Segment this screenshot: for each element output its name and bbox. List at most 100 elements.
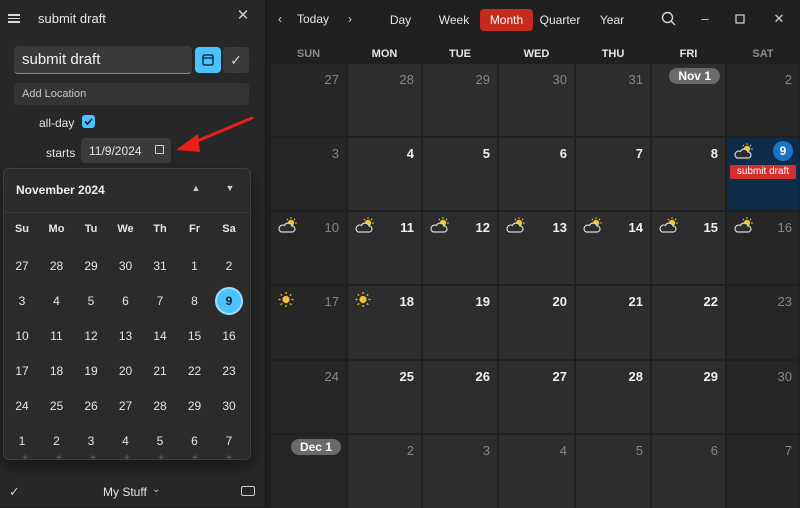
- picker-day[interactable]: 14: [143, 321, 177, 351]
- view-day[interactable]: Day: [384, 9, 417, 31]
- day-cell[interactable]: 31: [576, 64, 650, 136]
- day-cell[interactable]: 12: [423, 212, 497, 284]
- day-cell[interactable]: 29: [652, 361, 725, 433]
- day-cell[interactable]: 5: [576, 435, 650, 508]
- start-date-field[interactable]: 11/9/2024: [81, 138, 171, 163]
- done-check-icon[interactable]: ✓: [9, 484, 20, 500]
- picker-day[interactable]: 31: [143, 251, 177, 281]
- picker-day[interactable]: 27: [5, 251, 39, 281]
- day-cell[interactable]: 6: [652, 435, 725, 508]
- day-cell[interactable]: 10: [271, 212, 346, 284]
- day-cell[interactable]: 6: [499, 138, 574, 210]
- chevron-down-icon[interactable]: ⌄: [152, 484, 160, 495]
- day-cell[interactable]: 24: [271, 361, 346, 433]
- picker-day[interactable]: 4: [109, 426, 143, 456]
- day-cell[interactable]: 2: [727, 64, 799, 136]
- event-chip[interactable]: submit draft: [730, 165, 796, 179]
- picker-day[interactable]: 24: [5, 391, 39, 421]
- picker-day[interactable]: 11: [40, 321, 74, 351]
- day-cell[interactable]: 28: [576, 361, 650, 433]
- picker-day[interactable]: 1: [178, 251, 212, 281]
- view-week[interactable]: Week: [436, 9, 472, 31]
- next-button[interactable]: ›: [342, 11, 358, 27]
- picker-day[interactable]: 30: [109, 251, 143, 281]
- picker-day[interactable]: 20: [109, 356, 143, 386]
- day-cell[interactable]: 8: [652, 138, 725, 210]
- picker-day[interactable]: 22: [178, 356, 212, 386]
- day-cell[interactable]: 23: [727, 286, 799, 359]
- location-input[interactable]: Add Location: [14, 83, 249, 105]
- minimize-icon[interactable]: –: [696, 10, 714, 28]
- picker-day[interactable]: 28: [143, 391, 177, 421]
- day-cell[interactable]: 4: [499, 435, 574, 508]
- day-cell[interactable]: 7: [727, 435, 799, 508]
- day-cell[interactable]: 22: [652, 286, 725, 359]
- day-cell[interactable]: 19: [423, 286, 497, 359]
- picker-day[interactable]: 1: [5, 426, 39, 456]
- day-cell[interactable]: 30: [727, 361, 799, 433]
- picker-day[interactable]: 12: [74, 321, 108, 351]
- day-cell[interactable]: 13: [499, 212, 574, 284]
- day-cell[interactable]: 27: [271, 64, 346, 136]
- picker-day[interactable]: 21: [143, 356, 177, 386]
- picker-day[interactable]: 25: [40, 391, 74, 421]
- next-month-icon[interactable]: ▼: [224, 183, 236, 195]
- day-cell[interactable]: 25: [348, 361, 421, 433]
- calendar-selector[interactable]: My Stuff: [103, 485, 147, 499]
- picker-day[interactable]: 28: [40, 251, 74, 281]
- picker-day[interactable]: 27: [109, 391, 143, 421]
- day-cell[interactable]: 29: [423, 64, 497, 136]
- picker-day[interactable]: 15: [178, 321, 212, 351]
- collapse-panel-icon[interactable]: [241, 486, 255, 496]
- day-cell[interactable]: 21: [576, 286, 650, 359]
- day-cell[interactable]: 27: [499, 361, 574, 433]
- day-cell[interactable]: 15: [652, 212, 725, 284]
- picker-day[interactable]: 5: [143, 426, 177, 456]
- picker-day[interactable]: 10: [5, 321, 39, 351]
- close-window-icon[interactable]: ✕: [770, 10, 788, 28]
- day-cell[interactable]: 5: [423, 138, 497, 210]
- picker-day[interactable]: 7: [143, 286, 177, 316]
- view-month[interactable]: Month: [480, 9, 533, 31]
- allday-checkbox[interactable]: [82, 115, 95, 128]
- close-icon[interactable]: ✕: [236, 8, 250, 23]
- day-cell[interactable]: Dec 1: [271, 435, 346, 508]
- day-cell[interactable]: 11: [348, 212, 421, 284]
- today-button[interactable]: Today: [297, 12, 329, 26]
- picker-day[interactable]: 6: [178, 426, 212, 456]
- day-cell[interactable]: 2: [348, 435, 421, 508]
- picker-day[interactable]: 7: [212, 426, 246, 456]
- day-cell[interactable]: 7: [576, 138, 650, 210]
- picker-day[interactable]: 17: [5, 356, 39, 386]
- picker-day[interactable]: 29: [178, 391, 212, 421]
- day-cell[interactable]: 26: [423, 361, 497, 433]
- picker-day-selected[interactable]: 9: [215, 287, 243, 315]
- view-year[interactable]: Year: [597, 9, 627, 31]
- day-cell[interactable]: 20: [499, 286, 574, 359]
- day-cell[interactable]: 18: [348, 286, 421, 359]
- previous-month-icon[interactable]: ▲: [190, 183, 202, 195]
- search-icon[interactable]: [660, 10, 678, 28]
- day-cell[interactable]: 3: [423, 435, 497, 508]
- picker-day[interactable]: 29: [74, 251, 108, 281]
- picker-day[interactable]: 18: [40, 356, 74, 386]
- calendar-picker-button[interactable]: [195, 47, 221, 73]
- day-cell[interactable]: 3: [271, 138, 346, 210]
- day-cell[interactable]: 9 submit draft: [727, 138, 799, 210]
- day-cell[interactable]: 14: [576, 212, 650, 284]
- picker-day[interactable]: 23: [212, 356, 246, 386]
- day-cell[interactable]: 28: [348, 64, 421, 136]
- menu-icon[interactable]: [8, 12, 20, 24]
- picker-day[interactable]: 6: [109, 286, 143, 316]
- save-check-button[interactable]: ✓: [223, 47, 249, 73]
- event-title-input[interactable]: submit draft: [14, 46, 192, 74]
- day-cell[interactable]: Nov 1: [652, 64, 725, 136]
- day-cell[interactable]: 30: [499, 64, 574, 136]
- picker-day[interactable]: 13: [109, 321, 143, 351]
- picker-day[interactable]: 3: [74, 426, 108, 456]
- maximize-icon[interactable]: [731, 10, 749, 28]
- picker-month-label[interactable]: November 2024: [16, 183, 105, 197]
- picker-day[interactable]: 4: [40, 286, 74, 316]
- day-cell[interactable]: 4: [348, 138, 421, 210]
- picker-day[interactable]: 2: [212, 251, 246, 281]
